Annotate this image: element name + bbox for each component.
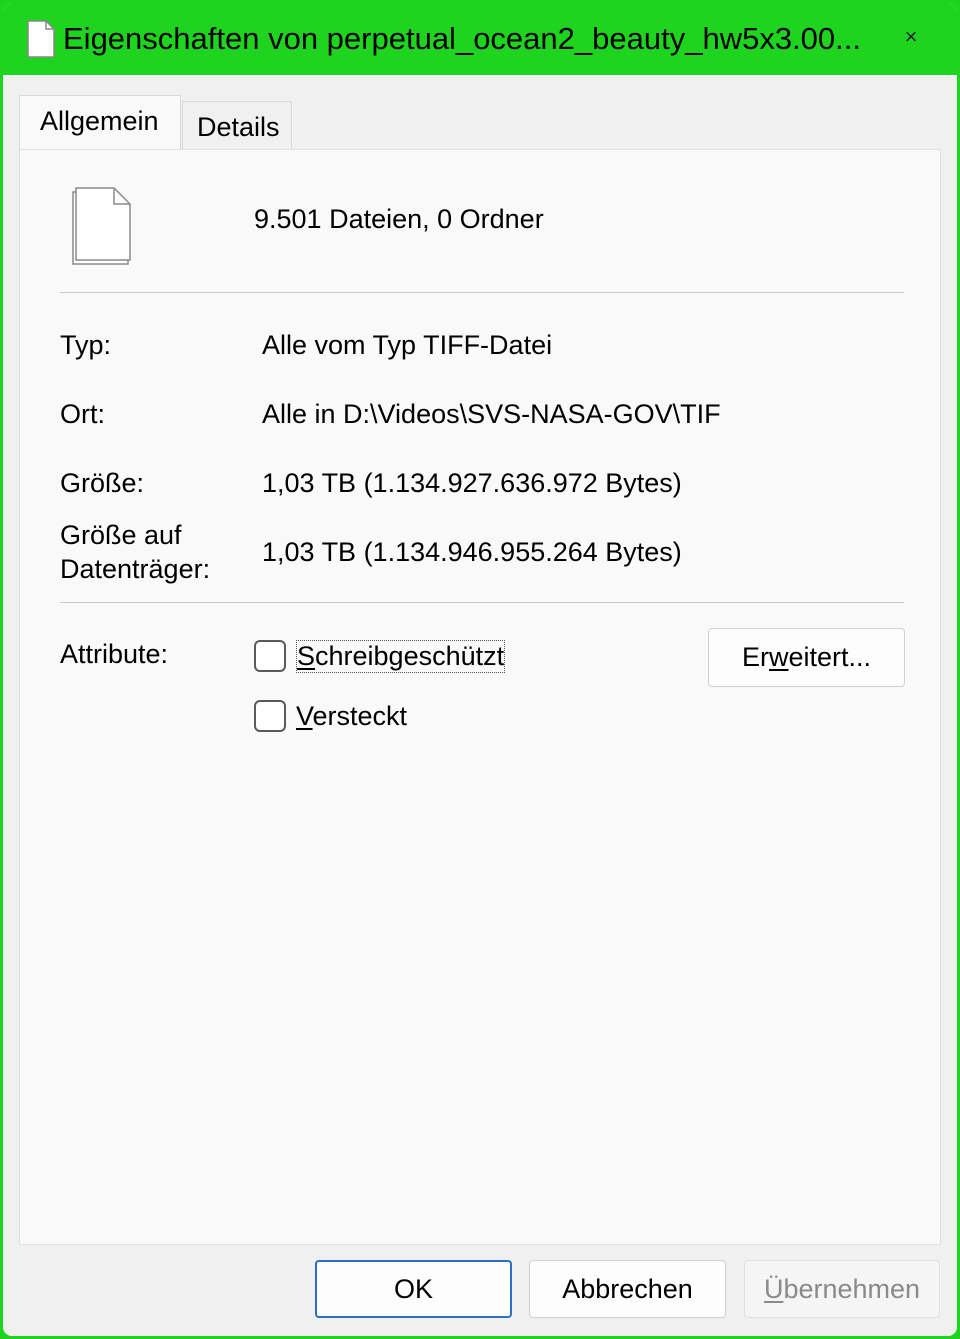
type-value: Alle vom Typ TIFF-Datei [262,330,553,360]
disk-size-label-line1: Größe auf [60,520,182,550]
readonly-label[interactable]: Schreibgeschützt [296,640,506,673]
multiple-files-icon [72,187,131,265]
advanced-pre: Er [741,642,769,672]
accelerator-key: V [296,701,313,731]
cancel-button[interactable]: Abbrechen [529,1260,726,1318]
accelerator-key: Ü [763,1273,784,1304]
disk-size-label-line2: Datenträger: [60,554,211,584]
readonly-checkbox[interactable] [254,640,286,672]
accelerator-key: S [297,641,316,671]
hidden-checkbox[interactable] [254,700,286,732]
size-value: 1,03 TB (1.134.927.636.972 Bytes) [262,468,682,498]
focus-rectangle: Schreibgeschützt [296,640,506,673]
location-label: Ort: [60,399,105,429]
type-label: Typ: [60,330,112,360]
disk-size-label: Größe auf Datenträger: [60,518,210,586]
general-panel: 9.501 Dateien, 0 Ordner Typ: Alle vom Ty… [19,149,941,1245]
tab-allgemein[interactable]: Allgemein [19,95,181,151]
hidden-label[interactable]: Versteckt [296,701,407,732]
advanced-post: eitert... [788,642,872,672]
separator [60,602,904,603]
title-bar[interactable]: Eigenschaften von perpetual_ocean2_beaut… [3,3,957,75]
apply-label: bernehmen [783,1273,921,1304]
ok-button[interactable]: OK [315,1260,512,1318]
advanced-button[interactable]: Er w eitert... [708,628,905,687]
readonly-label-text: chreibgeschützt [315,641,505,671]
properties-dialog: Eigenschaften von perpetual_ocean2_beaut… [0,0,960,1339]
window-title: Eigenschaften von perpetual_ocean2_beaut… [63,21,861,56]
apply-button[interactable]: Übernehmen [744,1260,940,1318]
location-value: Alle in D:\Videos\SVS-NASA-GOV\TIF [262,399,721,429]
tab-details[interactable]: Details [182,101,292,151]
size-label: Größe: [60,468,145,498]
hidden-label-text: ersteckt [312,701,408,731]
disk-size-value: 1,03 TB (1.134.946.955.264 Bytes) [262,537,682,567]
file-count-summary: 9.501 Dateien, 0 Ordner [254,204,544,234]
accelerator-key: w [768,642,789,672]
separator [60,292,904,293]
tab-label: Details [197,112,280,142]
file-icon [27,20,55,58]
tab-label: Allgemein [40,106,159,136]
close-button[interactable]: × [899,25,923,49]
attributes-label: Attribute: [60,639,169,669]
